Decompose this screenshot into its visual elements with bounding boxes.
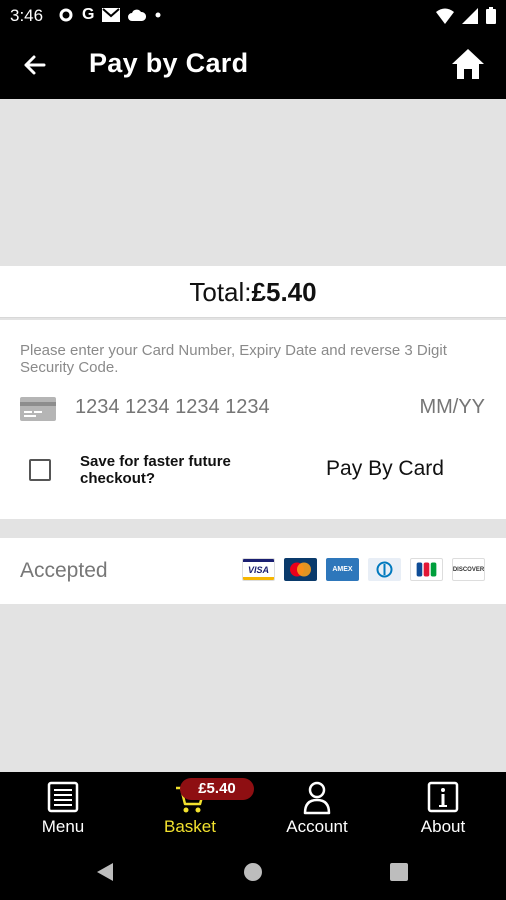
- credit-card-icon: [20, 397, 56, 421]
- page-title: Pay by Card: [89, 48, 249, 78]
- card-payment-form: Please enter your Card Number, Expiry Da…: [0, 320, 506, 519]
- nav-label-menu: Menu: [41, 817, 85, 836]
- total-card: Total:£5.40: [0, 266, 506, 318]
- account-icon: [303, 781, 331, 815]
- cloud-icon: [128, 9, 147, 21]
- recents-square-icon[interactable]: [390, 863, 408, 881]
- payment-instructions: Please enter your Card Number, Expiry Da…: [20, 342, 447, 376]
- nav-label-account: Account: [286, 817, 348, 836]
- nav-item-about[interactable]: About: [380, 772, 506, 842]
- accepted-cards-card: Accepted VISA AMEX DISCOVER: [0, 538, 506, 604]
- order-total: Total:£5.40: [0, 277, 506, 308]
- app-bar: Pay by Card: [0, 32, 506, 99]
- visa-logo: VISA: [242, 558, 275, 581]
- nav-item-account[interactable]: Account: [254, 772, 380, 842]
- expiry-date-input[interactable]: [395, 396, 485, 419]
- amex-logo: AMEX: [326, 558, 359, 581]
- bottom-navigation: Menu Basket Account About £5.40: [0, 772, 506, 842]
- save-card-checkbox[interactable]: [29, 459, 51, 481]
- status-bar: 3:46 G: [0, 0, 506, 32]
- jcb-logo: [410, 558, 443, 581]
- card-number-input[interactable]: [75, 396, 325, 419]
- back-triangle-icon[interactable]: [96, 862, 114, 882]
- notification-icons: G: [58, 6, 162, 24]
- google-icon: G: [82, 6, 95, 23]
- arrow-left-icon: [24, 55, 46, 75]
- system-navigation-bar: [0, 842, 506, 900]
- battery-icon: [486, 7, 496, 24]
- accepted-label: Accepted: [20, 559, 108, 582]
- basket-total-badge: £5.40: [180, 778, 254, 800]
- total-label: Total:: [189, 277, 252, 307]
- home-button[interactable]: [450, 47, 486, 81]
- status-time: 3:46: [10, 6, 44, 25]
- nav-label-about: About: [420, 817, 466, 836]
- home-icon: [452, 49, 484, 79]
- gmail-icon: [102, 8, 121, 22]
- menu-book-icon: [47, 781, 79, 813]
- signal-icon: [462, 7, 478, 24]
- mastercard-logo: [284, 558, 317, 581]
- diners-club-logo: [368, 558, 401, 581]
- wifi-icon: [436, 8, 454, 24]
- settings-icon: [59, 8, 73, 22]
- system-icons: [436, 7, 496, 24]
- pay-by-card-button[interactable]: Pay By Card: [305, 454, 465, 484]
- dot-icon: [155, 12, 161, 18]
- total-amount: £5.40: [251, 277, 317, 307]
- nav-label-basket: Basket: [164, 817, 216, 836]
- back-button[interactable]: [20, 50, 50, 80]
- home-circle-icon[interactable]: [243, 862, 263, 882]
- discover-logo: DISCOVER: [452, 558, 485, 581]
- info-icon: [427, 781, 459, 813]
- save-card-label: Save for faster future checkout?: [80, 453, 231, 487]
- nav-item-menu[interactable]: Menu: [0, 772, 126, 842]
- main-content: Total:£5.40 Please enter your Card Numbe…: [0, 99, 506, 772]
- card-logos: VISA AMEX DISCOVER: [242, 558, 485, 581]
